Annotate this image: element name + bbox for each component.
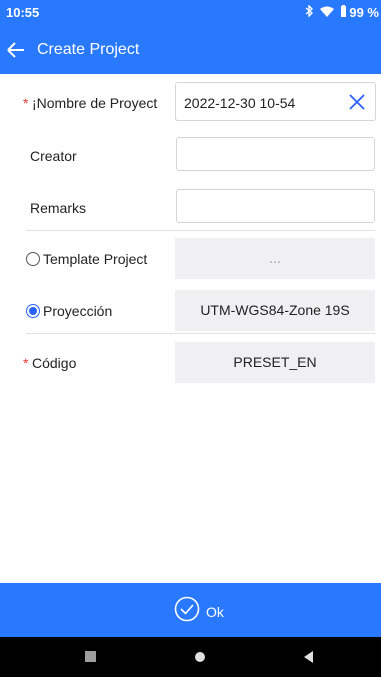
back-icon[interactable] (302, 650, 316, 664)
template-project-select[interactable]: ... (175, 238, 375, 279)
battery-icon (340, 5, 347, 20)
project-name-field[interactable]: 2022-12-30 10-54 (175, 82, 376, 121)
app-bar: Create Project (0, 26, 381, 74)
code-field[interactable]: PRESET_EN (175, 342, 375, 383)
template-project-value: ... (269, 250, 281, 266)
projection-row: Proyección UTM-WGS84-Zone 19S (0, 290, 381, 331)
creator-label: Creator (30, 148, 77, 164)
creator-row: Creator (0, 137, 381, 173)
ok-label: Ok (206, 603, 224, 620)
template-project-row: Template Project ... (0, 238, 381, 279)
ok-button-content: Ok (174, 596, 224, 627)
remarks-field[interactable] (176, 189, 375, 223)
project-name-value: 2022-12-30 10-54 (184, 95, 296, 111)
ok-button[interactable]: Ok (0, 583, 381, 637)
wifi-icon (320, 5, 335, 20)
projection-radio[interactable] (26, 304, 40, 318)
battery-percent: 99 % (349, 5, 379, 20)
arrow-left-icon[interactable] (4, 36, 34, 64)
recents-icon[interactable] (84, 650, 98, 664)
required-marker: * (23, 355, 29, 371)
code-label: Código (32, 355, 77, 371)
template-project-radio[interactable] (26, 252, 40, 266)
projection-value: UTM-WGS84-Zone 19S (200, 302, 350, 318)
projection-select[interactable]: UTM-WGS84-Zone 19S (175, 290, 375, 331)
bluetooth-icon (305, 4, 314, 20)
code-value: PRESET_EN (233, 354, 317, 370)
divider (26, 333, 375, 334)
status-bar: 10:55 99 % (0, 0, 381, 26)
divider (26, 230, 375, 231)
close-icon[interactable] (347, 92, 367, 112)
status-icons: 99 % (305, 4, 379, 20)
system-nav-bar (0, 637, 381, 677)
project-name-label: ¡Nombre de Proyect (32, 95, 158, 111)
projection-label: Proyección (43, 303, 113, 319)
required-marker: * (23, 95, 29, 111)
code-row: * Código PRESET_EN (0, 342, 381, 383)
creator-field[interactable] (176, 137, 375, 171)
remarks-label: Remarks (30, 200, 87, 216)
project-name-row: * ¡Nombre de Proyect 2022-12-30 10-54 (0, 82, 381, 122)
page-title: Create Project (37, 41, 140, 58)
home-icon[interactable] (194, 650, 208, 664)
template-project-label: Template Project (43, 251, 148, 267)
remarks-row: Remarks (0, 189, 381, 225)
status-time: 10:55 (6, 5, 40, 20)
check-circle-icon (174, 596, 200, 627)
